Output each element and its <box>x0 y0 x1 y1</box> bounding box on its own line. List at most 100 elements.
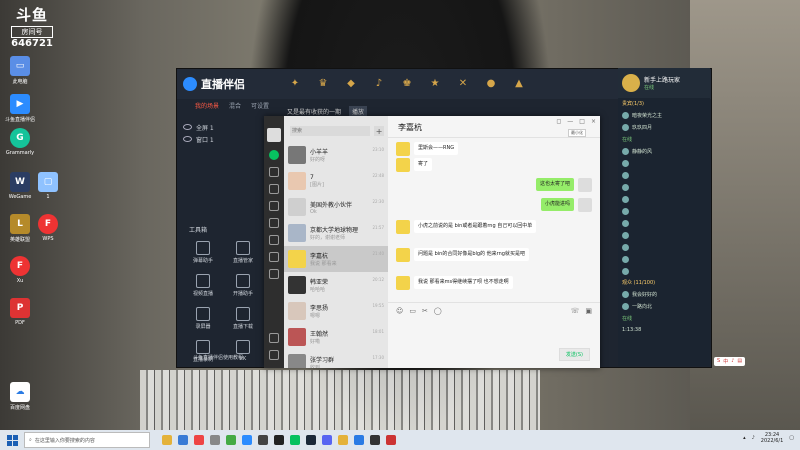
app-icon[interactable] <box>194 435 204 445</box>
list-item[interactable] <box>618 169 710 181</box>
wechat-icon[interactable] <box>290 435 300 445</box>
chat-item[interactable]: 小羊羊 好的呀 23:10 <box>284 142 388 168</box>
app-icon[interactable] <box>354 435 364 445</box>
desktop-icon-douyu-assistant[interactable]: ▶ 斗鱼直播伴侣 <box>2 94 38 123</box>
chat-bubble-icon[interactable]: ◯ <box>434 307 442 315</box>
task-icon[interactable]: ▲ <box>511 75 527 91</box>
chat-item[interactable]: 美国外教小伙伴 Ok 22:30 <box>284 194 388 220</box>
app-icon[interactable] <box>322 435 332 445</box>
tab-settings[interactable]: 可设置 <box>251 101 269 110</box>
favorites-icon[interactable] <box>269 184 279 194</box>
tool-manager[interactable]: 直播管家 <box>223 241 263 264</box>
ime-toolbar[interactable]: S 中 ♪ ▤ <box>714 357 746 366</box>
desktop-icon-file-1[interactable]: ▢ 1 <box>30 172 66 200</box>
qq-icon[interactable] <box>274 435 284 445</box>
send-button[interactable]: 发送(S) <box>558 348 590 361</box>
notification-icon[interactable]: ▢ <box>789 435 794 441</box>
avatar[interactable] <box>396 220 410 234</box>
star-icon[interactable]: ★ <box>427 75 443 91</box>
folder-icon[interactable] <box>269 201 279 211</box>
menu-icon[interactable] <box>269 350 279 360</box>
desktop-icon-grammarly[interactable]: G Grammarly <box>2 128 38 156</box>
tool-download[interactable]: 直播下载 <box>223 307 263 330</box>
crown-icon[interactable]: ♚ <box>399 75 415 91</box>
wechat-maximize-button[interactable]: □ <box>579 118 585 125</box>
chat-item[interactable]: 7 [图片] 22:48 <box>284 168 388 194</box>
list-item[interactable]: 玖玖四月 <box>618 121 710 133</box>
app-icon[interactable] <box>210 435 220 445</box>
search-input[interactable] <box>290 126 371 136</box>
avatar[interactable] <box>267 128 281 142</box>
list-item[interactable] <box>618 157 710 169</box>
trophy-icon[interactable]: ♛ <box>315 75 331 91</box>
desktop-icon-pdf[interactable]: P PDF <box>2 298 38 326</box>
list-item[interactable]: 我会好好的 <box>618 288 710 300</box>
ime-mode[interactable]: 中 <box>723 358 728 365</box>
pin-button[interactable]: ◻ <box>556 118 561 125</box>
moments-icon[interactable] <box>269 218 279 228</box>
network-icon[interactable]: ▴ <box>743 435 746 441</box>
chat-item[interactable]: 韩亚荣 哈哈哈 20:12 <box>284 272 388 298</box>
list-item[interactable]: 静静的风 <box>618 145 710 157</box>
keyboard-icon[interactable]: ▤ <box>737 358 742 365</box>
folder-icon[interactable]: ▭ <box>409 307 416 315</box>
miniprogram-icon[interactable] <box>269 269 279 279</box>
chat-icon[interactable] <box>269 150 279 160</box>
avatar[interactable] <box>396 142 410 156</box>
list-item[interactable] <box>618 229 710 241</box>
scene-item[interactable]: 窗口 1 <box>183 133 214 145</box>
start-button[interactable] <box>4 432 20 448</box>
scene-item[interactable]: 全屏 1 <box>183 121 214 133</box>
chat-item[interactable]: 李嘉杭 我说 那看来 21:40 <box>284 246 388 272</box>
desktop-icon-wps[interactable]: F WPS <box>30 214 66 242</box>
eye-icon[interactable] <box>183 136 192 142</box>
tool-helper[interactable]: 开播助手 <box>223 274 263 297</box>
eye-icon[interactable] <box>183 124 192 130</box>
douyu-assistant-icon[interactable] <box>242 435 252 445</box>
app-icon[interactable] <box>370 435 380 445</box>
volume-icon[interactable]: ♪ <box>752 435 755 441</box>
tab-mix[interactable]: 混合 <box>229 101 241 110</box>
desktop-icon-xu[interactable]: F Xu <box>2 256 38 284</box>
steam-icon[interactable] <box>306 435 316 445</box>
emoji-icon[interactable]: ☺ <box>396 307 403 315</box>
list-item[interactable] <box>618 193 710 205</box>
list-item[interactable] <box>618 217 710 229</box>
tool-video[interactable]: 视频直播 <box>183 274 223 297</box>
list-item[interactable] <box>618 181 710 193</box>
tool-danmu[interactable]: 弹幕助手 <box>183 241 223 264</box>
mic-icon[interactable]: ♪ <box>371 75 387 91</box>
sword-icon[interactable]: ✕ <box>455 75 471 91</box>
tool-recorder[interactable]: 录屏器 <box>183 307 223 330</box>
phone-icon[interactable]: ☏ <box>571 307 580 315</box>
list-item[interactable] <box>618 265 710 277</box>
contacts-icon[interactable] <box>269 167 279 177</box>
coin-icon[interactable]: ● <box>483 75 499 91</box>
avatar[interactable] <box>396 276 410 290</box>
wechat-minimize-button[interactable]: — <box>567 118 573 125</box>
clock[interactable]: 23:24 2022/6/1 <box>761 432 783 444</box>
search-icon[interactable] <box>269 252 279 262</box>
list-item[interactable] <box>618 253 710 265</box>
scissors-icon[interactable]: ✂ <box>422 307 428 315</box>
chat-item[interactable]: 李思扬 嗯嗯 19:55 <box>284 298 388 324</box>
list-item[interactable]: 暗夜荣光之主 <box>618 109 710 121</box>
app-icon[interactable] <box>338 435 348 445</box>
chat-item[interactable]: 王翰然 好嘞 18:01 <box>284 324 388 350</box>
list-item[interactable] <box>618 241 710 253</box>
channels-icon[interactable] <box>269 235 279 245</box>
folder-icon[interactable] <box>162 435 172 445</box>
desktop-icon-this-pc[interactable]: ▭ 此电脑 <box>2 56 38 85</box>
add-chat-button[interactable]: + <box>374 126 384 136</box>
tab-my-scenes[interactable]: 我的场景 <box>195 101 219 110</box>
gift-icon[interactable]: ✦ <box>287 75 303 91</box>
game-icon[interactable]: ◆ <box>343 75 359 91</box>
edge-icon[interactable] <box>178 435 188 445</box>
avatar[interactable] <box>578 198 592 212</box>
message-input-area[interactable]: ☺ ▭ ✂ ◯ ☏ ▣ 发送(S) <box>388 302 600 369</box>
assistant-tutorial-link[interactable]: 斗鱼直播伴侣使用教程 <box>193 354 243 361</box>
app-icon[interactable] <box>258 435 268 445</box>
avatar[interactable] <box>396 248 410 262</box>
avatar[interactable] <box>578 178 592 192</box>
video-call-icon[interactable]: ▣ <box>585 307 592 315</box>
